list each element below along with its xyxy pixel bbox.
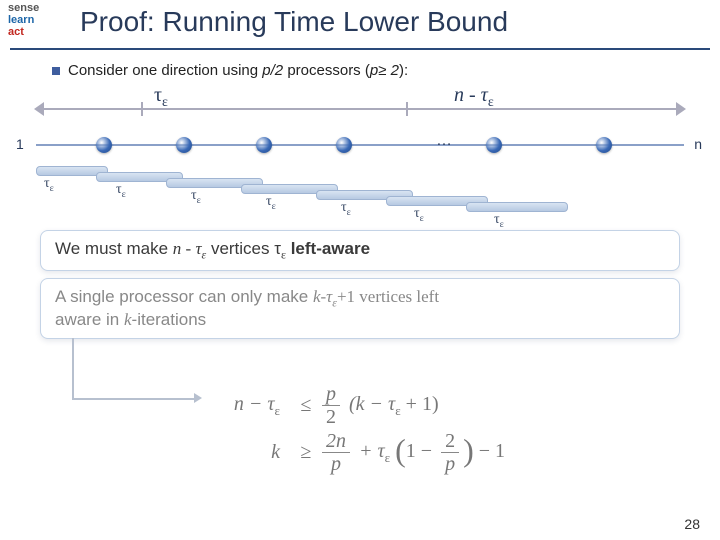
bullet-post: ):	[399, 62, 408, 79]
sweep-bar	[466, 202, 568, 212]
sweep-label: τε	[44, 176, 54, 194]
sweep-label: τε	[494, 212, 504, 230]
ineq2-a-den: p	[322, 453, 350, 474]
ineq2-tail: − 1	[479, 440, 505, 462]
logo-line-learn: learn	[8, 14, 34, 26]
bullet-frac: p/2	[262, 62, 283, 79]
ineq2-plus: + τ	[359, 440, 385, 462]
ineq1-tail: (k − τ	[349, 393, 395, 415]
range-arrow-right-icon	[676, 102, 686, 116]
callout2-l2a: aware in	[55, 310, 124, 329]
logo-sense-learn-act: sense learn act	[8, 2, 39, 38]
logo-line-sense: sense	[8, 2, 39, 14]
callout-left-aware: We must make n - τε vertices τε left-awa…	[40, 230, 680, 271]
range-tick-right	[406, 102, 408, 116]
callout2-expr: k-τ	[313, 287, 332, 306]
range-tick-left	[141, 102, 143, 116]
graph-node	[256, 137, 272, 153]
bullet-icon	[52, 67, 60, 75]
callout2-l2b: -iterations	[132, 310, 207, 329]
bullet-mid: processors (	[283, 62, 370, 79]
ineq1-num: p	[322, 384, 340, 406]
graph-node	[596, 137, 612, 153]
diagram-area: τε n - τε 1 n … τε τε τε τε τε τε τε	[36, 90, 684, 210]
node-label-n: n	[694, 136, 702, 152]
callout1-post: left-aware	[291, 239, 370, 258]
ineq2-par-den: p	[441, 453, 459, 474]
graph-node	[486, 137, 502, 153]
node-ellipsis: …	[436, 132, 452, 150]
callout2-k: k	[124, 310, 132, 329]
page-title: Proof: Running Time Lower Bound	[80, 6, 700, 38]
range-label-tau-sym: τ	[154, 84, 162, 106]
range-arrow-left-icon	[34, 102, 44, 116]
title-underline	[10, 48, 710, 50]
connector-arrow-icon	[72, 338, 194, 400]
sweep-label: τε	[191, 188, 201, 206]
page-number: 28	[684, 516, 700, 532]
bullet-cond: p≥ 2	[370, 62, 399, 79]
callout2-post: +1 vertices left	[337, 287, 439, 306]
callout2-pre: A single processor can only make	[55, 287, 313, 306]
callout1-mid: vertices τ	[206, 239, 281, 258]
ineq1-op: ≤	[294, 394, 318, 417]
ineq2-a-num: 2n	[322, 431, 350, 453]
ineq2-op: ≥	[294, 441, 318, 464]
range-label-n-minus-tau: n - τε	[454, 84, 494, 111]
inequality-row-1: n − τε ≤ p2 (k − τε + 1)	[200, 384, 580, 427]
sweep-label: τε	[341, 200, 351, 218]
range-label-tau-eps: ε	[162, 95, 168, 110]
node-axis	[36, 144, 684, 146]
inequality-block: n − τε ≤ p2 (k − τε + 1) k ≥ 2np + τε (1…	[200, 380, 580, 478]
sweep-label: τε	[266, 194, 276, 212]
graph-node	[176, 137, 192, 153]
range-axis	[36, 108, 684, 110]
bullet-text: Consider one direction using p/2 process…	[68, 62, 408, 79]
ineq1-lhs: n − τ	[234, 393, 275, 415]
ineq2-par-pre: 1 −	[406, 440, 437, 462]
ineq1-tail2: + 1)	[401, 393, 439, 415]
callout1-expr: n - τ	[173, 239, 202, 258]
callout-single-processor: A single processor can only make k-τε+1 …	[40, 278, 680, 339]
sweep-label: τε	[116, 182, 126, 200]
graph-node	[336, 137, 352, 153]
sweep-label: τε	[414, 206, 424, 224]
ineq1-den: 2	[322, 406, 340, 427]
logo-line-act: act	[8, 26, 24, 38]
range-label-n-minus-tau-eps: ε	[488, 95, 494, 110]
range-label-tau: τε	[154, 84, 168, 111]
bullet-pre: Consider one direction using	[68, 62, 262, 79]
ineq2-par-num: 2	[441, 431, 459, 453]
node-label-1: 1	[16, 136, 24, 152]
range-label-n-minus-tau-txt: n - τ	[454, 84, 488, 106]
callout1-pre: We must make	[55, 239, 173, 258]
ineq2-lhs: k	[200, 441, 294, 464]
graph-node	[96, 137, 112, 153]
inequality-row-2: k ≥ 2np + τε (1 − 2p) − 1	[200, 431, 580, 474]
